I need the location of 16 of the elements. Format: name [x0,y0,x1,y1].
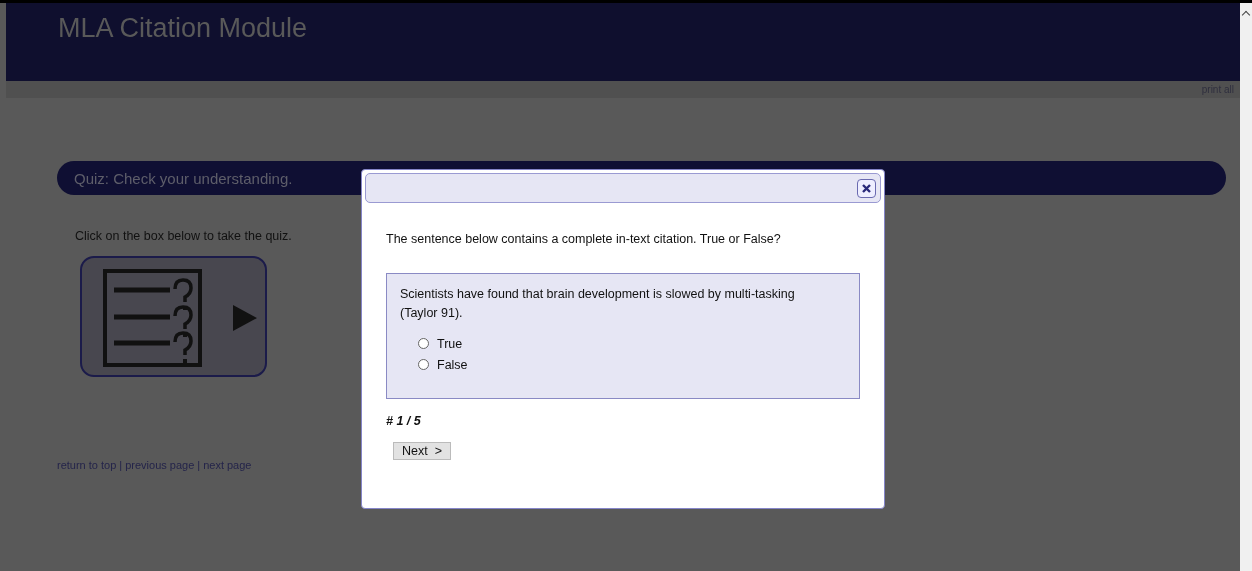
question-text: The sentence below contains a complete in-text citation. True or False? [386,232,782,246]
next-button[interactable]: Next > [393,442,451,460]
link-separator: | [119,459,123,471]
progress-counter: # 1 / 5 [386,414,422,428]
radio-button[interactable] [418,338,429,349]
link-separator: | [197,459,201,471]
section-heading: Quiz: Check your understanding. [74,169,293,187]
option-label[interactable]: False [437,357,468,372]
close-icon [862,183,871,193]
option-label[interactable]: True [437,336,463,351]
page-title: MLA Citation Module [58,13,308,43]
citation-sentence: Scientists have found that brain development is slowed by multi-tasking (Taylor 91). [400,286,796,322]
close-button[interactable] [857,178,876,198]
instruction-text: Click on the box below to take the quiz. [75,229,292,243]
quiz-start-button[interactable] [80,256,267,377]
radio-button[interactable] [418,359,429,370]
